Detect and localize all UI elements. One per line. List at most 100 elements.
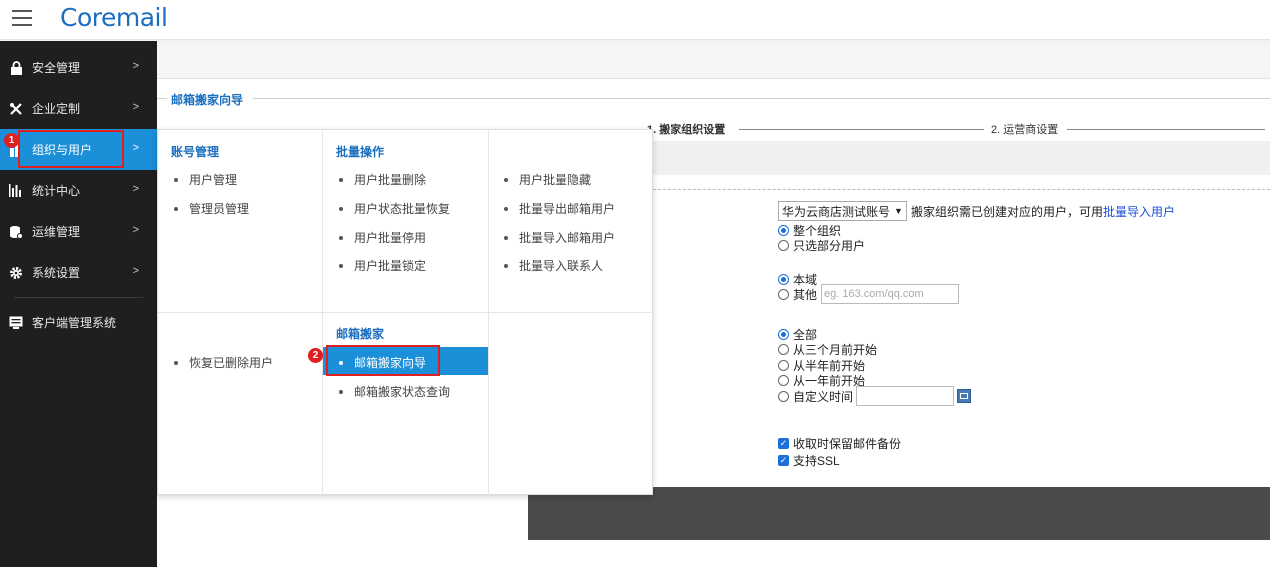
menu-item-batch-delete[interactable]: 用户批量删除 — [339, 171, 426, 188]
monitor-icon — [9, 315, 23, 329]
custom-date-input[interactable] — [856, 386, 955, 406]
database-icon — [9, 225, 23, 239]
menu-item-batch-restore[interactable]: 用户状态批量恢复 — [339, 200, 450, 217]
lock-icon — [9, 60, 23, 75]
scope-partial-option[interactable]: 只选部分用户 — [778, 237, 865, 254]
sidebar-item-label: 统计中心 — [32, 184, 81, 198]
sidebar-item-customization[interactable]: 企业定制 > — [0, 88, 157, 129]
checkbox-keep-backup[interactable]: ✓ — [778, 438, 789, 449]
step-2-label[interactable]: 2. 运营商设置 — [991, 121, 1058, 137]
menu-item-label: 恢复已删除用户 — [189, 356, 274, 370]
menu-item-migration-status[interactable]: 邮箱搬家状态查询 — [339, 383, 450, 400]
sidebar-item-system-settings[interactable]: 系统设置 > — [0, 252, 157, 293]
menu-item-admin-mgmt[interactable]: 管理员管理 — [174, 200, 249, 217]
checkbox-ssl[interactable]: ✓ — [778, 455, 789, 466]
radio-time-1y[interactable] — [778, 375, 789, 386]
menu-item-label: 批量导出邮箱用户 — [519, 202, 616, 216]
menu-item-label: 批量导入邮箱用户 — [519, 231, 616, 245]
menu-item-label: 用户批量停用 — [354, 231, 427, 245]
time-3m-option[interactable]: 从三个月前开始 — [778, 341, 877, 358]
bullet-icon — [339, 263, 343, 268]
menu-item-batch-disable[interactable]: 用户批量停用 — [339, 229, 426, 246]
coremail-logo: Coremail — [60, 3, 168, 32]
step-1-label[interactable]: 1. 搬家组织设置 — [647, 121, 725, 137]
menu-item-batch-export[interactable]: 批量导出邮箱用户 — [504, 200, 615, 217]
sidebar-divider — [14, 297, 143, 298]
bar-chart-icon — [9, 184, 23, 198]
time-custom-option[interactable]: 自定义时间 — [778, 386, 972, 406]
calendar-icon[interactable] — [957, 389, 972, 403]
chevron-right-icon: > — [132, 265, 139, 277]
chevron-right-icon: > — [132, 183, 139, 195]
radio-time-all[interactable] — [778, 329, 789, 340]
radio-scope-all[interactable] — [778, 225, 789, 236]
divider — [253, 98, 1270, 99]
menu-item-batch-import[interactable]: 批量导入邮箱用户 — [504, 229, 615, 246]
hamburger-menu-icon[interactable] — [12, 10, 32, 28]
sidebar-item-label: 企业定制 — [32, 102, 81, 116]
sidebar-item-client-mgmt[interactable]: 客户端管理系统 — [0, 308, 157, 336]
sidebar-item-org-users[interactable]: 组织与用户 > 1 — [0, 129, 157, 170]
chevron-down-icon: ▼ — [894, 206, 903, 216]
menu-heading-account: 账号管理 — [171, 145, 220, 159]
option-label: 收取时保留邮件备份 — [793, 437, 902, 451]
highlight-box — [326, 345, 440, 376]
menu-item-restore-deleted[interactable]: 恢复已删除用户 — [174, 354, 273, 371]
chevron-right-icon: > — [132, 142, 139, 154]
menu-item-label: 用户批量删除 — [354, 173, 427, 187]
option-label: 从三个月前开始 — [793, 343, 878, 357]
option-label: 其他 — [793, 287, 818, 302]
menu-item-label: 用户批量锁定 — [354, 259, 427, 273]
sidebar-item-label: 客户端管理系统 — [32, 315, 117, 330]
option-label: 只选部分用户 — [793, 239, 866, 253]
sidebar-item-operations[interactable]: 运维管理 > — [0, 211, 157, 252]
menu-item-label: 用户管理 — [189, 173, 238, 187]
bullet-icon — [339, 235, 343, 240]
sidebar-item-statistics[interactable]: 统计中心 > — [0, 170, 157, 211]
menu-item-batch-hide[interactable]: 用户批量隐藏 — [504, 171, 591, 188]
keep-backup-option[interactable]: ✓ 收取时保留邮件备份 — [778, 435, 901, 452]
bullet-icon — [339, 177, 343, 182]
radio-time-6m[interactable] — [778, 360, 789, 371]
menu-divider — [158, 312, 654, 313]
org-users-flyout-menu: 账号管理 用户管理 管理员管理 批量操作 用户批量删除 用户状态批量恢复 用户批… — [157, 129, 654, 496]
sidebar-item-security[interactable]: 安全管理 > — [0, 47, 157, 88]
account-hint: 搬家组织需已创建对应的用户，可用 — [910, 204, 1103, 219]
radio-time-3m[interactable] — [778, 344, 789, 355]
domain-other-option[interactable]: 其他 eg. 163.com/qq.com — [778, 284, 960, 304]
section-title: 邮箱搬家向导 — [171, 93, 244, 107]
account-row: 华为云商店测试账号 ▼ 搬家组织需已创建对应的用户，可用 批量导入用户 — [778, 201, 1175, 221]
batch-import-link[interactable]: 批量导入用户 — [1103, 203, 1175, 220]
bullet-icon — [174, 177, 178, 182]
bullet-icon — [504, 235, 508, 240]
bullet-icon — [174, 206, 178, 211]
radio-domain-other[interactable] — [778, 288, 789, 300]
select-value: 华为云商店测试账号 — [782, 204, 891, 219]
menu-item-user-mgmt[interactable]: 用户管理 — [174, 171, 237, 188]
toolbar-band — [157, 41, 1270, 79]
ssl-option[interactable]: ✓ 支持SSL — [778, 452, 840, 469]
sidebar-item-label: 系统设置 — [32, 266, 81, 280]
bullet-icon — [504, 177, 508, 182]
menu-heading-batch: 批量操作 — [336, 145, 385, 159]
top-bar: Coremail — [0, 0, 1270, 40]
tools-icon — [9, 102, 23, 116]
bullet-icon — [339, 206, 343, 211]
menu-item-label: 用户状态批量恢复 — [354, 202, 451, 216]
sidebar: 安全管理 > 企业定制 > 组织与用户 > 1 统计中心 > 运维管理 > 系统… — [0, 41, 157, 567]
bullet-icon — [174, 360, 178, 365]
radio-time-custom[interactable] — [778, 390, 789, 402]
menu-item-import-contacts[interactable]: 批量导入联系人 — [504, 257, 603, 274]
step-badge: 1 — [4, 133, 19, 148]
other-domain-input[interactable]: eg. 163.com/qq.com — [821, 284, 960, 304]
menu-item-batch-lock[interactable]: 用户批量锁定 — [339, 257, 426, 274]
sidebar-item-label: 运维管理 — [32, 225, 81, 239]
menu-item-label: 管理员管理 — [189, 202, 250, 216]
gear-icon — [9, 266, 23, 280]
bullet-icon — [504, 206, 508, 211]
chevron-right-icon: > — [132, 101, 139, 113]
bullet-icon — [504, 263, 508, 268]
account-select[interactable]: 华为云商店测试账号 ▼ — [778, 201, 907, 221]
radio-scope-partial[interactable] — [778, 240, 789, 251]
step-badge: 2 — [308, 348, 323, 363]
